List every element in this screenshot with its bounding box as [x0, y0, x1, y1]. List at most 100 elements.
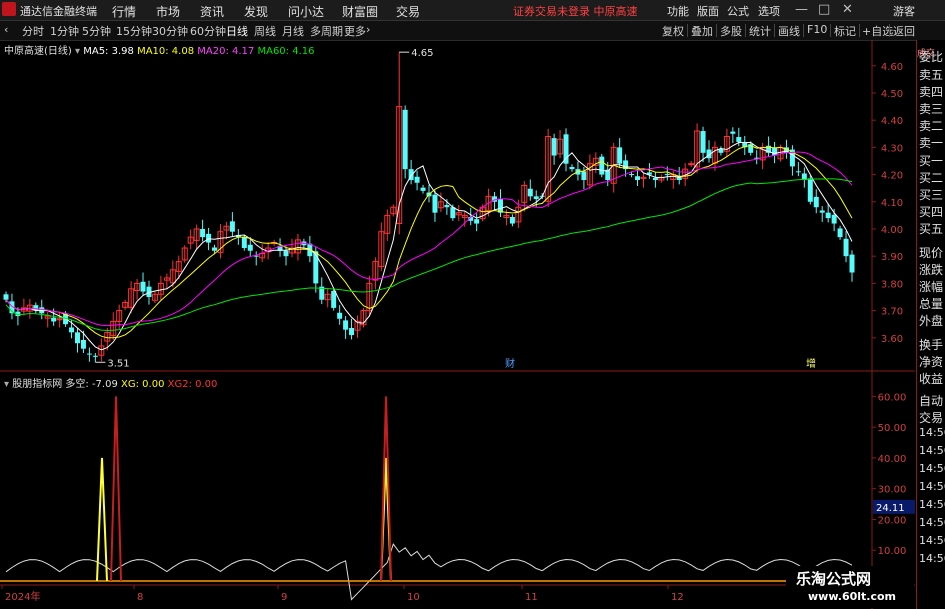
- candle-body-down: [849, 254, 855, 273]
- event-finance-marker: 财: [505, 357, 515, 370]
- xg2-value: XG2: 0.00: [167, 379, 218, 390]
- menu-item-market2[interactable]: 市场: [156, 3, 180, 20]
- candle-body-down: [795, 171, 801, 173]
- candle-body-down: [229, 221, 235, 232]
- candle-body-down: [563, 134, 569, 164]
- menu-item-trade[interactable]: 交易: [396, 3, 420, 20]
- period-60min[interactable]: 60分钟: [190, 23, 226, 39]
- candle-body-down: [825, 212, 831, 219]
- trade-status[interactable]: 证券交易未登录 中原高速: [513, 3, 638, 19]
- kline-chart[interactable]: 4.60 4.50 4.40 4.30 4.20 4.10 4.00 3.90 3.80 3.70…: [0, 40, 915, 609]
- toolbar-arrow-icon[interactable]: ‹: [4, 23, 8, 36]
- watermark-title: 乐淘公式网: [796, 570, 872, 588]
- tool-multi[interactable]: 多股: [720, 23, 742, 39]
- candle-body-down: [402, 109, 408, 170]
- candle-body-down: [569, 166, 575, 170]
- panel-label-2: 卖四: [919, 85, 944, 99]
- menu-item-wealth[interactable]: 财富圈: [342, 3, 378, 20]
- menu-options[interactable]: 选项: [758, 3, 780, 19]
- candle-body-down: [420, 187, 426, 191]
- period-1min[interactable]: 1分钟: [50, 23, 79, 39]
- candle-body-down: [69, 327, 75, 333]
- menu-item-market[interactable]: 行情: [112, 3, 136, 20]
- indicator-name[interactable]: 股朋指标网: [12, 379, 62, 390]
- sub-tick-label: 10.00: [878, 546, 907, 557]
- menu-item-assistant[interactable]: 问小达: [288, 3, 324, 20]
- tool-draw[interactable]: 画线: [778, 23, 800, 39]
- period-15min[interactable]: 15分钟: [116, 23, 152, 39]
- stock-name[interactable]: 中原高速(日线): [4, 46, 72, 57]
- minimize-icon[interactable]: —: [795, 2, 808, 17]
- candle-body-down: [819, 210, 825, 213]
- menu-item-discover[interactable]: 发现: [244, 3, 268, 20]
- tool-adjust[interactable]: 复权: [662, 23, 684, 39]
- period-weekly[interactable]: 周线: [254, 23, 276, 39]
- tool-overlay[interactable]: 叠加: [691, 23, 713, 39]
- sub-tick-label: 20.00: [878, 515, 907, 526]
- menu-item-news[interactable]: 资讯: [200, 3, 224, 20]
- period-5min[interactable]: 5分钟: [82, 23, 111, 39]
- sub-tick-label: 50.00: [878, 423, 907, 434]
- period-monthly[interactable]: 月线: [282, 23, 304, 39]
- guest-label[interactable]: 游客: [893, 3, 915, 19]
- candle-body-down: [730, 131, 736, 134]
- candle-body-down: [343, 320, 349, 330]
- panel-label-3: 卖三: [919, 102, 944, 116]
- panel-label-7: 买二: [919, 171, 944, 185]
- menu-formula[interactable]: 公式: [727, 3, 749, 19]
- title-bar: 通达信金融终端 行情 市场 资讯 发现 问小达 财富圈 交易 证券交易未登录 中…: [0, 0, 945, 21]
- price-tick-label: 4.00: [881, 225, 903, 236]
- price-tick-label: 3.90: [881, 252, 903, 263]
- candle-body-down: [843, 238, 849, 257]
- panel-label-0: 委比: [919, 50, 944, 64]
- tool-f10[interactable]: F10: [807, 23, 827, 36]
- panel-label-1: 卖五: [919, 68, 944, 82]
- duokong-line: [5, 543, 853, 601]
- price-tick-label: 4.60: [881, 62, 903, 73]
- toolbar-divider: [774, 24, 775, 37]
- candle-body-down: [837, 228, 843, 238]
- candle-body-down: [700, 131, 706, 153]
- panel-time-0: 14:56: [919, 426, 945, 439]
- panel-label-14: 总量: [919, 297, 944, 311]
- price-tick-label: 4.20: [881, 171, 903, 182]
- tool-back[interactable]: 返回: [893, 23, 915, 39]
- panel-label-12: 涨跌: [919, 263, 944, 277]
- event-add-marker: 增: [806, 357, 816, 370]
- menu-function[interactable]: 功能: [667, 3, 689, 19]
- sub-tick-label: 40.00: [878, 454, 907, 465]
- candle-body-down: [337, 312, 343, 319]
- close-icon[interactable]: ✕: [842, 2, 853, 17]
- candle-body-down: [450, 207, 456, 219]
- candle-body-down: [497, 198, 503, 213]
- panel-label-16: 换手: [919, 338, 944, 352]
- period-multi[interactable]: 多周期: [310, 23, 343, 39]
- sub-current-value: 24.11: [876, 503, 905, 514]
- panel-label-6: 买一: [919, 154, 944, 168]
- tool-mark[interactable]: 标记: [834, 23, 856, 39]
- candle-body-down: [474, 219, 480, 224]
- candle-body-down: [581, 171, 587, 181]
- panel-label-5: 卖一: [919, 136, 944, 150]
- period-more[interactable]: 更多: [344, 23, 366, 39]
- candle-body-down: [313, 251, 319, 284]
- tool-stats[interactable]: 统计: [749, 23, 771, 39]
- candle-body-down: [283, 250, 289, 257]
- period-toolbar: ‹ 分时 1分钟 5分钟 15分钟 30分钟 60分钟 日线 周线 月线 多周期…: [0, 21, 945, 41]
- menu-layout[interactable]: 版面: [697, 3, 719, 19]
- period-30min[interactable]: 30分钟: [152, 23, 188, 39]
- maximize-icon[interactable]: □: [818, 2, 830, 17]
- toolbar-divider: [830, 24, 831, 37]
- indicator-dropdown-icon[interactable]: ▾: [4, 379, 9, 390]
- candle-body-down: [813, 196, 819, 208]
- period-daily[interactable]: 日线: [226, 23, 248, 39]
- ma20-label: MA20: 4.17: [197, 46, 255, 57]
- candle-body-down: [331, 291, 337, 308]
- sub-tick-label: 30.00: [878, 485, 907, 496]
- quote-side-panel: 成交 委比 卖五 卖四 卖三 卖二 卖一 买一 买二 买三 买四 买五 现价 涨跌 涨幅 总量 外盘 换手 净资收…: [916, 40, 945, 609]
- period-timeshare[interactable]: 分时: [22, 23, 44, 39]
- more-chevron-icon[interactable]: ›: [366, 23, 370, 36]
- date-label: 2024年: [5, 590, 40, 603]
- legend-dropdown-icon[interactable]: ▾: [75, 46, 80, 57]
- date-label: 9: [281, 592, 287, 603]
